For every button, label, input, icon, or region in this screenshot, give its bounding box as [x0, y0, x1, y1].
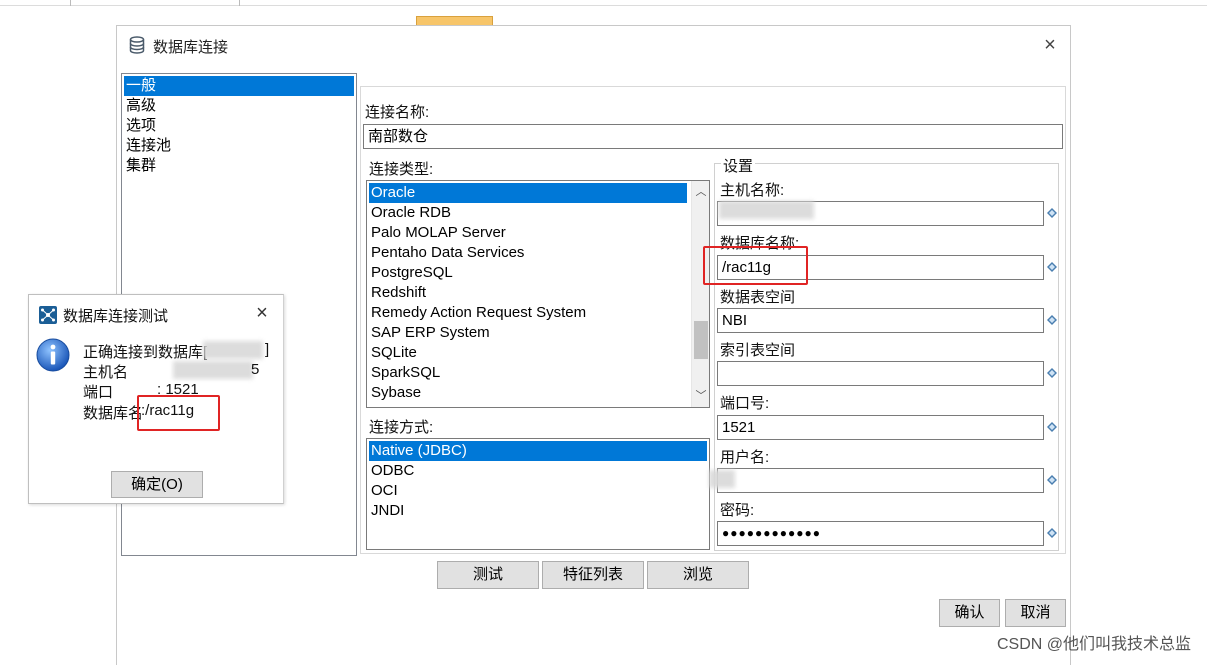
password-field[interactable]: ●●●●●●●●●●●● [717, 521, 1044, 546]
connection-type-item[interactable]: PostgreSQL [369, 263, 453, 283]
index-tablespace-field[interactable] [717, 361, 1044, 386]
access-method-label: 连接方式: [369, 419, 434, 436]
port-field[interactable]: 1521 [717, 415, 1044, 440]
variable-diamond-icon[interactable] [1047, 315, 1057, 325]
test-result-line: 正确连接到数据库[ [83, 344, 208, 361]
category-item-general[interactable]: 一般 [124, 76, 354, 96]
test-button[interactable]: 测试 [437, 561, 539, 589]
connection-type-scrollbar[interactable]: ︿ ﹀ [691, 181, 709, 407]
database-icon [129, 36, 145, 54]
variable-diamond-icon[interactable] [1047, 262, 1057, 272]
variable-diamond-icon[interactable] [1047, 475, 1057, 485]
connection-test-dialog: 数据库连接测试 × 正确连接到数据库[ ] 主机名 5 端口 : 1521 数据… [28, 294, 284, 504]
dialog-title: 数据库连接 [153, 39, 229, 56]
connection-type-item[interactable]: SQLite [369, 343, 417, 363]
access-method-item[interactable]: Native (JDBC) [369, 441, 707, 461]
username-field[interactable] [717, 468, 1044, 493]
explore-button[interactable]: 浏览 [647, 561, 749, 589]
settings-group-label: 设置 [721, 155, 756, 176]
connection-type-item[interactable]: SAP ERP System [369, 323, 490, 343]
highlight-test-dbname [137, 395, 220, 431]
scroll-thumb[interactable] [694, 321, 708, 359]
highlight-database-name [703, 246, 808, 285]
connection-type-item[interactable]: Oracle [369, 183, 687, 203]
test-port-label: 端口 [83, 384, 114, 401]
cancel-button[interactable]: 取消 [1005, 599, 1066, 627]
redacted-host [719, 201, 814, 219]
index-tablespace-label: 索引表空间 [720, 342, 796, 359]
scroll-up-icon[interactable]: ︿ [692, 183, 709, 201]
feature-list-button[interactable]: 特征列表 [542, 561, 644, 589]
data-tablespace-field[interactable]: NBI [717, 308, 1044, 333]
access-method-list[interactable]: Native (JDBC) ODBC OCI JNDI [366, 438, 710, 550]
ok-button[interactable]: 确认 [939, 599, 1000, 627]
connection-type-item[interactable]: Palo MOLAP Server [369, 223, 506, 243]
data-tablespace-label: 数据表空间 [720, 289, 796, 306]
network-icon [39, 306, 57, 324]
dialog-titlebar: 数据库连接 × [117, 26, 1070, 64]
connection-type-item[interactable]: Remedy Action Request System [369, 303, 586, 323]
scroll-down-icon[interactable]: ﹀ [692, 387, 709, 405]
test-host-label: 主机名 [83, 364, 129, 381]
access-method-item[interactable]: ODBC [369, 461, 414, 481]
variable-diamond-icon[interactable] [1047, 528, 1057, 538]
test-dbname-label: 数据库名 [83, 405, 144, 422]
port-label: 端口号: [720, 395, 770, 412]
info-icon [35, 337, 71, 373]
redacted-username [709, 470, 735, 488]
password-label: 密码: [720, 502, 755, 519]
connection-type-item[interactable]: Pentaho Data Services [369, 243, 524, 263]
username-label: 用户名: [720, 449, 770, 466]
close-icon[interactable]: × [251, 302, 273, 324]
background-tab [70, 0, 240, 6]
test-result-line-end: ] [265, 341, 270, 358]
close-icon[interactable]: × [1039, 34, 1061, 56]
connection-name-field[interactable]: 南部数仓 [363, 124, 1063, 149]
category-item-pooling[interactable]: 连接池 [124, 136, 354, 156]
variable-diamond-icon[interactable] [1047, 208, 1057, 218]
test-host-suffix: 5 [251, 361, 260, 378]
variable-diamond-icon[interactable] [1047, 422, 1057, 432]
access-method-item[interactable]: OCI [369, 481, 398, 501]
connection-type-item[interactable]: Sybase [369, 383, 421, 403]
test-ok-button[interactable]: 确定(O) [111, 471, 203, 498]
connection-type-label: 连接类型: [369, 161, 434, 178]
category-item-options[interactable]: 选项 [124, 116, 354, 136]
variable-diamond-icon[interactable] [1047, 368, 1057, 378]
connection-type-item[interactable]: SparkSQL [369, 363, 440, 383]
redacted-db-name [203, 341, 263, 359]
general-settings-panel: 连接名称: 南部数仓 连接类型: Oracle Oracle RDB Palo … [360, 86, 1066, 554]
connection-type-item[interactable]: Redshift [369, 283, 426, 303]
csdn-watermark: CSDN @他们叫我技术总监 [996, 636, 1191, 653]
test-dialog-title: 数据库连接测试 [63, 308, 169, 325]
connection-name-label: 连接名称: [365, 104, 430, 121]
connection-type-item[interactable]: Oracle RDB [369, 203, 451, 223]
category-item-advanced[interactable]: 高级 [124, 96, 354, 116]
redacted-host [173, 361, 253, 379]
host-name-label: 主机名称: [720, 182, 785, 199]
connection-type-list[interactable]: Oracle Oracle RDB Palo MOLAP Server Pent… [366, 180, 710, 408]
access-method-item[interactable]: JNDI [369, 501, 404, 521]
category-item-cluster[interactable]: 集群 [124, 156, 354, 176]
